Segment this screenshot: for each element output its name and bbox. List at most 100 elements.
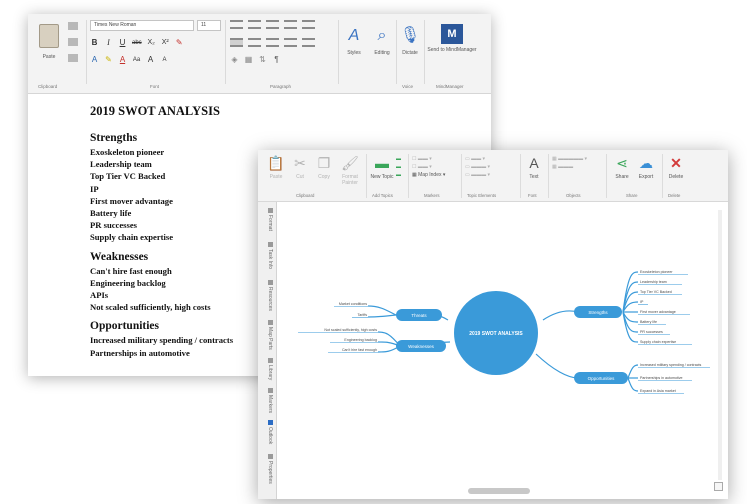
horizontal-scrollbar-thumb[interactable] bbox=[468, 488, 530, 494]
increase-indent-icon[interactable] bbox=[302, 20, 315, 29]
subtopic[interactable]: Not scaled sufficiently, high costs bbox=[324, 328, 377, 332]
objects-list[interactable]: ▦ ▬▬▬▬▬ ▾ ▦ ▬▬▬ bbox=[552, 155, 587, 171]
align-left-icon[interactable] bbox=[230, 38, 243, 47]
cut-icon[interactable] bbox=[68, 22, 78, 30]
new-topic-button[interactable]: ▬ New Topic bbox=[370, 155, 394, 180]
change-case-button[interactable]: Aa bbox=[132, 57, 141, 63]
clear-formatting-icon[interactable]: ✎ bbox=[175, 38, 184, 47]
subtopic[interactable]: IP bbox=[640, 300, 644, 304]
sidebar-tab-outlook[interactable]: Outlook bbox=[262, 420, 273, 444]
dictate-label: Dictate bbox=[402, 50, 418, 56]
subtopic[interactable]: Top Tier VC Backed bbox=[640, 290, 672, 294]
highlight-icon[interactable]: ✎ bbox=[104, 55, 113, 64]
branch-threats[interactable]: Threats bbox=[396, 309, 442, 321]
resize-corner[interactable] bbox=[714, 482, 723, 491]
line-spacing-icon[interactable] bbox=[302, 38, 315, 47]
branch-strengths[interactable]: Strengths bbox=[574, 306, 622, 318]
subtopic[interactable]: Leadership team bbox=[640, 280, 667, 284]
subtopic[interactable]: Expand in Asia market bbox=[640, 389, 676, 393]
sidebar-tab-resources[interactable]: Resources bbox=[262, 280, 273, 311]
vertical-scrollbar[interactable] bbox=[718, 210, 722, 480]
subtopic[interactable]: Supply chain expertise bbox=[640, 340, 676, 344]
show-marks-icon[interactable]: ¶ bbox=[272, 55, 281, 64]
font-name-select[interactable]: Times New Roman bbox=[90, 20, 194, 31]
format-painter-icon[interactable] bbox=[68, 54, 78, 62]
sidebar-tab-map-parts[interactable]: Map Parts bbox=[262, 320, 273, 350]
branch-weaknesses[interactable]: Weaknesses bbox=[396, 340, 446, 352]
branch-opportunities[interactable]: Opportunities bbox=[574, 372, 628, 384]
subtopic[interactable]: Can't hire fast enough bbox=[342, 348, 377, 352]
strikethrough-button[interactable]: abc bbox=[132, 40, 142, 46]
sidebar-tab-label: Properties bbox=[267, 461, 273, 484]
sidebar-tab-label: Library bbox=[267, 365, 273, 381]
share-button[interactable]: ⋖ Share bbox=[610, 155, 634, 180]
map-index-button[interactable]: ▦ Map Index ▾ bbox=[412, 171, 445, 179]
group-label-font: Font bbox=[150, 84, 160, 89]
sidebar-tab-markers[interactable]: Markers bbox=[262, 388, 273, 413]
subtopic[interactable]: Market conditions bbox=[339, 302, 367, 306]
subtopic[interactable]: Partnerships in automotive bbox=[640, 376, 683, 380]
sidebar-tab-task-info[interactable]: Task Info bbox=[262, 242, 273, 269]
group-label-topic-elements: Topic Elements bbox=[467, 193, 497, 198]
grow-font-button[interactable]: A bbox=[146, 55, 155, 64]
font-color-row: A ✎ A Aa A A bbox=[90, 55, 169, 64]
markers-list[interactable]: ☐ ▬▬ ▾ ☐ ▬▬ ▾ bbox=[412, 155, 432, 171]
central-topic[interactable]: 2019 SWOT ANALYSIS bbox=[454, 291, 538, 375]
mm-paste-button[interactable]: 📋 Paste bbox=[264, 155, 288, 180]
mindmanager-sidebar: Format Task Info Resources Map Parts Lib… bbox=[258, 202, 277, 499]
numbering-icon[interactable] bbox=[248, 20, 261, 29]
group-label-delete: Delete bbox=[668, 193, 681, 198]
borders-icon[interactable]: ▦ bbox=[244, 55, 253, 64]
text-button[interactable]: A Text bbox=[522, 155, 546, 180]
justify-icon[interactable] bbox=[284, 38, 297, 47]
sidebar-tab-library[interactable]: Library bbox=[262, 358, 273, 380]
subtopic[interactable]: Tariffs bbox=[357, 313, 367, 317]
paste-button[interactable]: Paste bbox=[36, 20, 62, 76]
subtopic[interactable]: Increased military spending / contracts bbox=[640, 363, 702, 367]
decrease-indent-icon[interactable] bbox=[284, 20, 297, 29]
multilevel-list-icon[interactable] bbox=[266, 20, 279, 29]
format-painter-icon: 🖌 bbox=[341, 155, 359, 171]
bold-button[interactable]: B bbox=[90, 38, 99, 47]
subtopic[interactable]: Engineering backlog bbox=[344, 338, 377, 342]
paste-label: Paste bbox=[42, 54, 56, 60]
connector-sub bbox=[367, 305, 397, 316]
delete-button[interactable]: ✕ Delete bbox=[664, 155, 688, 180]
subscript-button[interactable]: X₂ bbox=[147, 39, 156, 46]
new-topic-label: New Topic bbox=[370, 174, 394, 180]
align-buttons-row bbox=[230, 38, 315, 47]
align-right-icon[interactable] bbox=[266, 38, 279, 47]
group-label-mindmanager: MindManager bbox=[436, 84, 464, 89]
add-topic-icons[interactable]: ▬ ▬ ▬ bbox=[396, 155, 401, 179]
mm-cut-button[interactable]: ✂ Cut bbox=[288, 155, 312, 180]
subtopic[interactable]: Exoskeleton pioneer bbox=[640, 270, 673, 274]
subtopic[interactable]: First mover advantage bbox=[640, 310, 676, 314]
subtopic[interactable]: Battery life bbox=[640, 320, 657, 324]
mindmanager-word-logo-icon: M bbox=[441, 24, 463, 44]
italic-button[interactable]: I bbox=[104, 38, 113, 47]
copy-icon[interactable] bbox=[68, 38, 78, 46]
shrink-font-button[interactable]: A bbox=[160, 57, 169, 63]
shading-icon[interactable]: ◈ bbox=[230, 55, 239, 64]
dictate-button[interactable]: 🎙 Dictate bbox=[394, 26, 426, 56]
text-effects-button[interactable]: A bbox=[90, 55, 99, 64]
sidebar-tab-properties[interactable]: Properties bbox=[262, 454, 273, 484]
align-center-icon[interactable] bbox=[248, 38, 261, 47]
font-size-select[interactable]: 11 bbox=[197, 20, 221, 31]
scissors-icon: ✂ bbox=[294, 155, 306, 171]
subtopic[interactable]: PR successes bbox=[640, 330, 663, 334]
topic-elements-list[interactable]: ▭ ▬▬ ▾ ▭ ▬▬▬ ▾ ▭ ▬▬▬ ▾ bbox=[465, 155, 490, 179]
mm-copy-button[interactable]: ❐ Copy bbox=[312, 155, 336, 180]
bullets-icon[interactable] bbox=[230, 20, 243, 29]
mm-format-painter-button[interactable]: 🖌 Format Painter bbox=[338, 155, 362, 186]
shading-buttons-row: ◈ ▦ ⇅ ¶ bbox=[230, 55, 281, 64]
underline-button[interactable]: U bbox=[118, 38, 127, 47]
export-button[interactable]: ☁ Export bbox=[634, 155, 658, 180]
send-to-mindmanager-button[interactable]: M Send to MindManager bbox=[424, 24, 480, 53]
sidebar-tab-format[interactable]: Format bbox=[262, 208, 273, 231]
font-color-button[interactable]: A bbox=[118, 55, 127, 64]
mind-map-canvas[interactable]: 2019 SWOT ANALYSIS Threats Weaknesses St… bbox=[278, 202, 718, 486]
clipboard-icon: 📋 bbox=[267, 155, 285, 171]
superscript-button[interactable]: X² bbox=[161, 39, 170, 46]
sort-icon[interactable]: ⇅ bbox=[258, 55, 267, 64]
